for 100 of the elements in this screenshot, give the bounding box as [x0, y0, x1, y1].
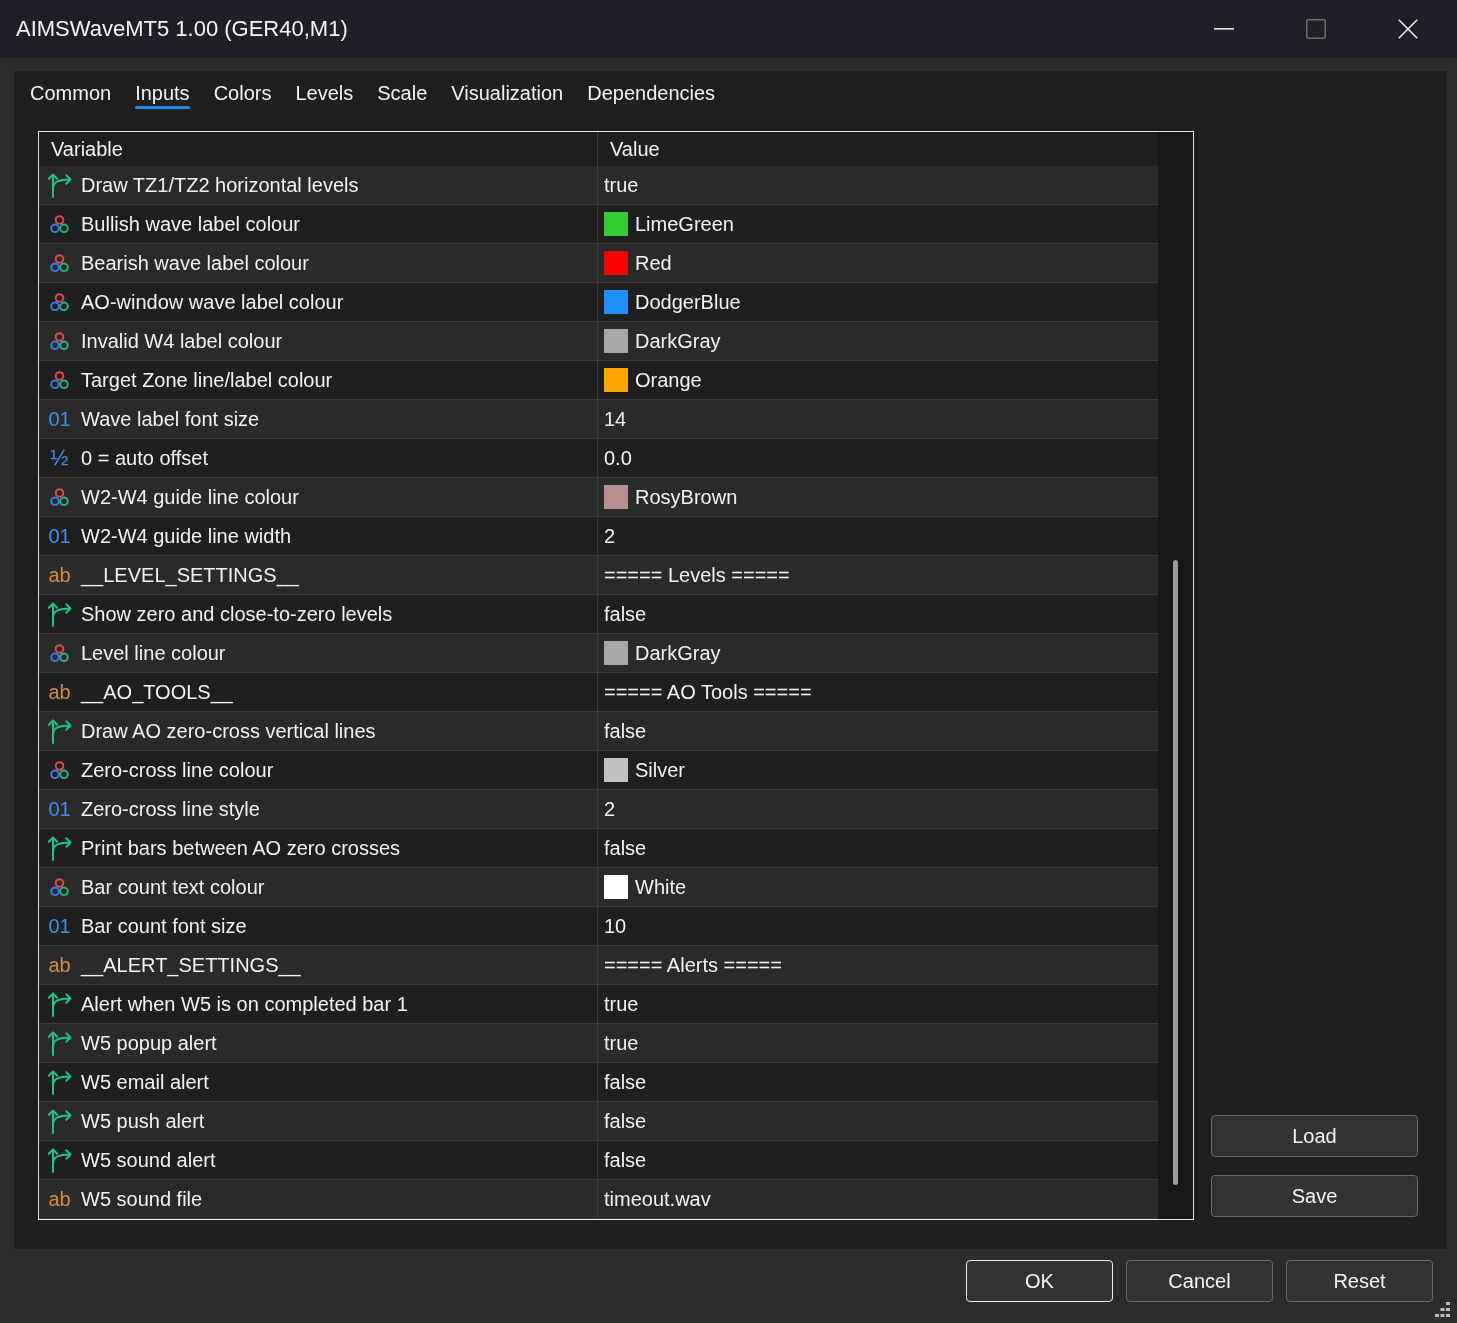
table-row[interactable]: W5 email alert false [39, 1063, 1158, 1102]
color-circles-icon [50, 643, 69, 663]
value-text[interactable]: 2 [604, 797, 616, 821]
dialog-button[interactable]: OK [966, 1260, 1113, 1302]
variable-name: W2-W4 guide line colour [81, 485, 299, 509]
table-row[interactable]: Bar count text colour White [39, 868, 1158, 907]
file-button[interactable]: Save [1211, 1175, 1418, 1217]
variable-name: 0 = auto offset [81, 446, 208, 470]
value-text[interactable]: White [635, 875, 687, 899]
branch-arrow-icon [46, 1108, 73, 1134]
value-text[interactable]: false [604, 719, 647, 743]
table-row[interactable]: ab W5 sound file timeout.wav [39, 1180, 1158, 1219]
value-text[interactable]: LimeGreen [635, 212, 734, 236]
value-text[interactable]: false [604, 1109, 647, 1133]
table-row[interactable]: W5 push alert false [39, 1102, 1158, 1141]
value-text[interactable]: DodgerBlue [635, 290, 741, 314]
value-text[interactable]: true [604, 1031, 639, 1055]
value-text[interactable]: ===== AO Tools ===== [604, 680, 812, 704]
table-row[interactable]: AO-window wave label colour DodgerBlue [39, 283, 1158, 322]
color-circles-icon [50, 760, 69, 780]
file-button[interactable]: Load [1211, 1115, 1418, 1157]
value-text[interactable]: false [604, 1148, 647, 1172]
scrollbar-thumb[interactable] [1173, 560, 1178, 1185]
table-row[interactable]: ab __ALERT_SETTINGS__ ===== Alerts ===== [39, 946, 1158, 985]
minimize-icon [1214, 28, 1234, 30]
variable-name: __LEVEL_SETTINGS__ [81, 563, 299, 587]
variable-name: Draw TZ1/TZ2 horizontal levels [81, 173, 359, 197]
table-row[interactable]: 01 Wave label font size 14 [39, 400, 1158, 439]
variable-name: W5 sound file [81, 1187, 203, 1211]
table-row[interactable]: W5 sound alert false [39, 1141, 1158, 1180]
value-text[interactable]: 2 [604, 524, 616, 548]
value-text[interactable]: false [604, 836, 647, 860]
variable-name: Zero-cross line style [81, 797, 260, 821]
variable-name: Print bars between AO zero crosses [81, 836, 401, 860]
value-text[interactable]: timeout.wav [604, 1187, 711, 1211]
value-text[interactable]: true [604, 992, 639, 1016]
variable-name: Alert when W5 is on completed bar 1 [81, 992, 408, 1016]
close-icon [1398, 19, 1418, 39]
table-row[interactable]: Bearish wave label colour Red [39, 244, 1158, 283]
variable-name: __AO_TOOLS__ [81, 680, 233, 704]
table-row[interactable]: Invalid W4 label colour DarkGray [39, 322, 1158, 361]
resize-grip-icon[interactable] [1435, 1302, 1450, 1317]
table-row[interactable]: ½ 0 = auto offset 0.0 [39, 439, 1158, 478]
value-text[interactable]: 14 [604, 407, 627, 431]
table-row[interactable]: 01 W2-W4 guide line width 2 [39, 517, 1158, 556]
table-row[interactable]: Level line colour DarkGray [39, 634, 1158, 673]
table-row[interactable]: Draw AO zero-cross vertical lines false [39, 712, 1158, 751]
value-text[interactable]: Orange [635, 368, 702, 392]
scrollbar[interactable] [1158, 132, 1193, 1219]
value-text[interactable]: true [604, 173, 639, 197]
variable-name: W5 email alert [81, 1070, 209, 1094]
color-circles-icon [50, 292, 69, 312]
tab[interactable]: Levels [295, 76, 354, 109]
color-circles-icon [50, 487, 69, 507]
value-text[interactable]: ===== Alerts ===== [604, 953, 782, 977]
table-row[interactable]: 01 Bar count font size 10 [39, 907, 1158, 946]
value-text[interactable]: false [604, 602, 647, 626]
tab[interactable]: Visualization [451, 76, 564, 109]
table-row[interactable]: Show zero and close-to-zero levels false [39, 595, 1158, 634]
integer-type-icon: 01 [48, 798, 71, 820]
dialog-button[interactable]: Cancel [1126, 1260, 1273, 1302]
table-row[interactable]: Draw TZ1/TZ2 horizontal levels true [39, 166, 1158, 205]
value-text[interactable]: Silver [635, 758, 685, 782]
color-circles-icon [50, 253, 69, 273]
maximize-icon [1306, 19, 1326, 39]
color-circles-icon [50, 331, 69, 351]
table-row[interactable]: Print bars between AO zero crosses false [39, 829, 1158, 868]
value-text[interactable]: Red [635, 251, 672, 275]
variable-name: AO-window wave label colour [81, 290, 344, 314]
value-text[interactable]: DarkGray [635, 329, 721, 353]
variable-name: Bearish wave label colour [81, 251, 309, 275]
value-text[interactable]: 0.0 [604, 446, 632, 470]
tab[interactable]: Colors [213, 76, 272, 109]
variable-name: Bar count text colour [81, 875, 265, 899]
tab[interactable]: Inputs [135, 76, 190, 109]
table-row[interactable]: W2-W4 guide line colour RosyBrown [39, 478, 1158, 517]
table-row[interactable]: 01 Zero-cross line style 2 [39, 790, 1158, 829]
table-row[interactable]: Alert when W5 is on completed bar 1 true [39, 985, 1158, 1024]
table-row[interactable]: W5 popup alert true [39, 1024, 1158, 1063]
table-row[interactable]: Zero-cross line colour Silver [39, 751, 1158, 790]
table-row[interactable]: ab __AO_TOOLS__ ===== AO Tools ===== [39, 673, 1158, 712]
table-row[interactable]: Bullish wave label colour LimeGreen [39, 205, 1158, 244]
branch-arrow-icon [46, 718, 73, 744]
value-text[interactable]: false [604, 1070, 647, 1094]
value-text[interactable]: RosyBrown [635, 485, 738, 509]
text-type-icon: ab [48, 681, 71, 703]
tab[interactable]: Dependencies [587, 76, 716, 109]
table-row[interactable]: Target Zone line/label colour Orange [39, 361, 1158, 400]
column-header: Variable [51, 137, 123, 161]
value-text[interactable]: DarkGray [635, 641, 721, 665]
value-text[interactable]: 10 [604, 914, 627, 938]
table-row[interactable]: ab __LEVEL_SETTINGS__ ===== Levels ===== [39, 556, 1158, 595]
tab[interactable]: Scale [377, 76, 428, 109]
dialog-button[interactable]: Reset [1286, 1260, 1433, 1302]
variable-name: Draw AO zero-cross vertical lines [81, 719, 376, 743]
variable-name: Show zero and close-to-zero levels [81, 602, 393, 626]
value-text[interactable]: ===== Levels ===== [604, 563, 790, 587]
variable-name: W2-W4 guide line width [81, 524, 292, 548]
variable-name: Target Zone line/label colour [81, 368, 333, 392]
tab[interactable]: Common [30, 76, 112, 109]
